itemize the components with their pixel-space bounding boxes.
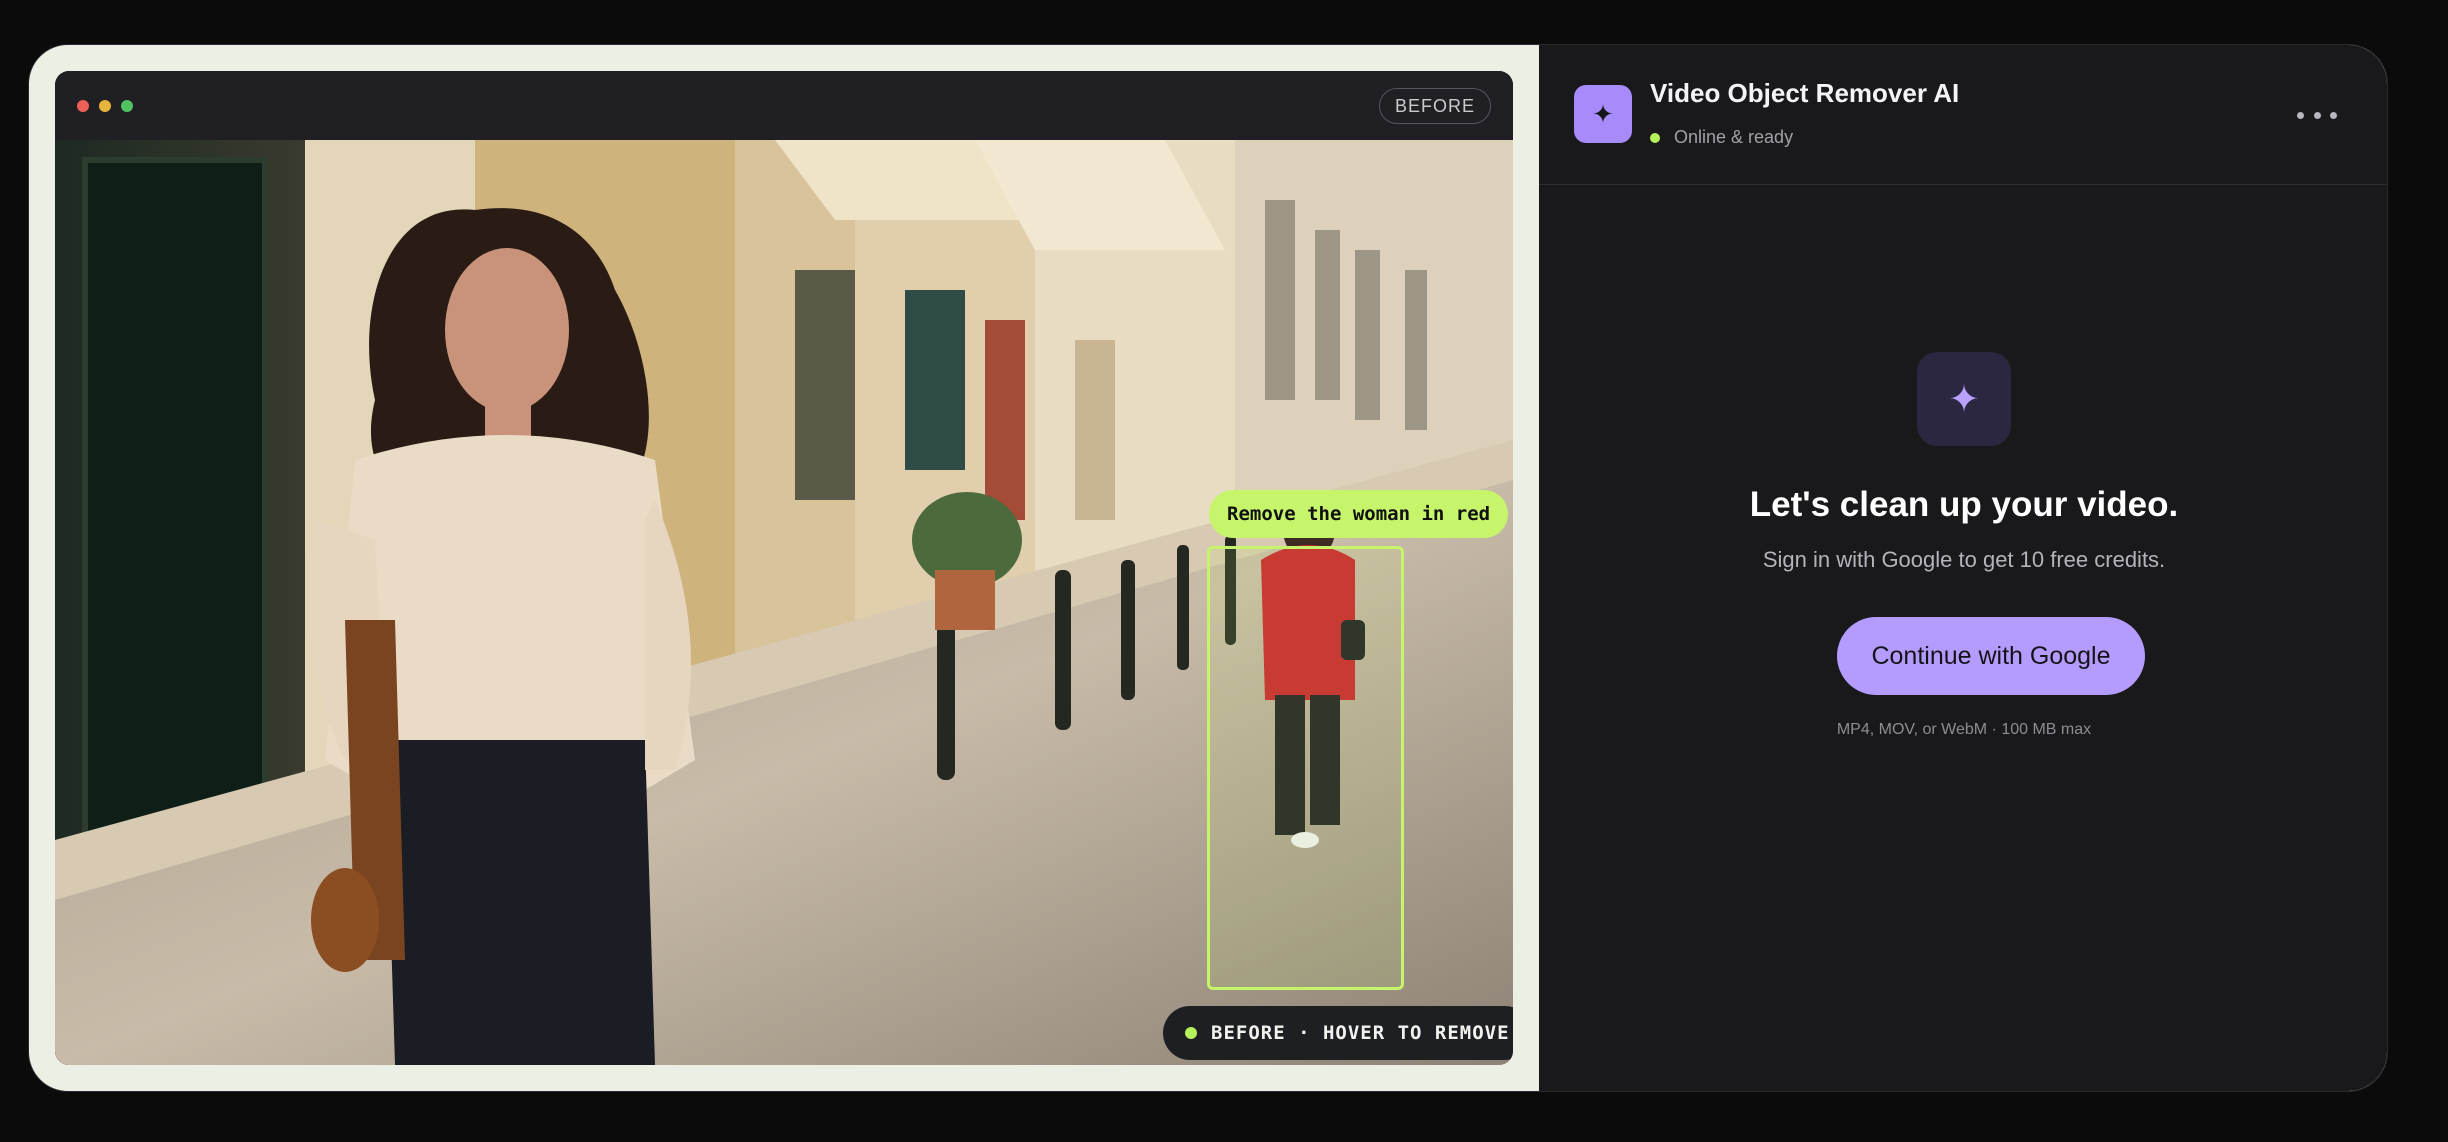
status-text: Online & ready [1674,127,1794,147]
app-title: Video Object Remover AI [1650,78,1960,108]
auth-panel: ✦ Video Object Remover AI Online & ready… [1539,45,2387,1091]
subline: Sign in with Google to get 10 free credi… [1762,547,2166,572]
status-dot-icon [1185,1027,1197,1039]
prompt-chip: Remove the woman in red [1209,490,1509,538]
continue-with-google-button[interactable]: Continue with Google [1837,617,2145,695]
preview-status-text: BEFORE · HOVER TO REMOVE [1211,1022,1510,1044]
before-badge: BEFORE [1378,88,1491,124]
zoom-window-dot[interactable] [121,99,133,112]
panel-header: ✦ Video Object Remover AI Online & ready [1539,45,2387,185]
headline: Let's clean up your video. [1749,485,2179,524]
more-options-icon[interactable] [2297,107,2337,123]
video-frame[interactable]: Remove the woman in red BEFORE · HOVER T… [55,140,1513,1065]
online-status-dot-icon [1650,132,1660,143]
selection-bounding-box[interactable] [1207,546,1404,990]
preview-status-pill: BEFORE · HOVER TO REMOVE [1163,1006,1513,1060]
app-frame: BEFORE Remove the woman in red BEFORE · … [28,44,2388,1092]
sparkle-icon: ✦ [1574,85,1632,143]
video-preview-window: BEFORE Remove the woman in red BEFORE · … [55,71,1513,1065]
hero-sparkle-icon: ✦ [1917,352,2011,446]
window-titlebar: BEFORE [55,71,1513,140]
file-limits-note: MP4, MOV, or WebM · 100 MB max [1836,721,2092,738]
close-window-dot[interactable] [77,99,89,112]
minimize-window-dot[interactable] [99,99,111,112]
status-line: Online & ready [1650,127,1793,148]
